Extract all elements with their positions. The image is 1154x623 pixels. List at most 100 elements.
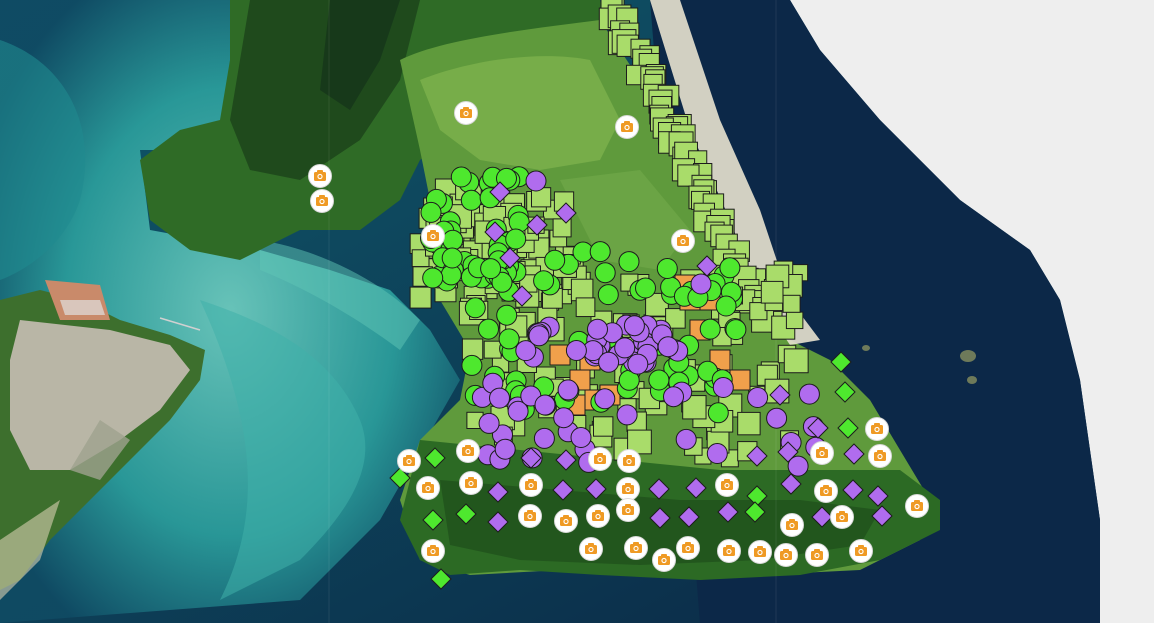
satellite-map[interactable]: [0, 0, 1154, 623]
parcels-marker[interactable]: [785, 311, 804, 330]
purple-circle-sites-marker[interactable]: [478, 412, 500, 434]
purple-circle-sites-marker[interactable]: [614, 337, 636, 359]
purple-circle-sites-marker[interactable]: [663, 386, 684, 408]
green-circle-sites-marker[interactable]: [508, 211, 530, 233]
green-circle-sites-marker[interactable]: [635, 277, 656, 299]
green-circle-sites-marker[interactable]: [441, 247, 463, 269]
parcels-marker[interactable]: [760, 280, 784, 304]
purple-circle-sites-marker[interactable]: [616, 404, 638, 426]
camera-icon[interactable]: [310, 189, 334, 213]
green-circle-sites-marker[interactable]: [707, 402, 729, 424]
purple-circle-sites-marker[interactable]: [675, 428, 697, 450]
green-circle-sites-marker[interactable]: [450, 166, 472, 188]
camera-icon[interactable]: [421, 539, 445, 563]
parcels-marker[interactable]: [593, 416, 614, 437]
purple-circle-sites-marker[interactable]: [489, 387, 510, 409]
green-circle-sites-marker[interactable]: [505, 228, 527, 250]
parcels-marker[interactable]: [749, 302, 768, 321]
green-circle-sites-marker[interactable]: [464, 297, 486, 319]
green-circle-sites-marker[interactable]: [618, 251, 640, 273]
camera-icon[interactable]: [830, 505, 854, 529]
green-circle-sites-marker[interactable]: [597, 284, 619, 306]
green-circle-sites-marker[interactable]: [699, 318, 721, 340]
camera-icon[interactable]: [715, 473, 739, 497]
map-view[interactable]: [0, 0, 1154, 623]
green-circle-sites-marker[interactable]: [594, 262, 616, 284]
purple-circle-sites-marker[interactable]: [627, 353, 649, 375]
camera-icon[interactable]: [416, 476, 440, 500]
purple-circle-sites-marker[interactable]: [525, 170, 547, 192]
purple-circle-sites-marker[interactable]: [557, 379, 579, 401]
camera-icon[interactable]: [308, 164, 332, 188]
green-circle-sites-marker[interactable]: [544, 249, 566, 271]
green-circle-sites-marker[interactable]: [461, 354, 483, 376]
green-circle-sites-marker[interactable]: [496, 304, 518, 326]
camera-icon[interactable]: [774, 543, 798, 567]
parcels-marker[interactable]: [575, 297, 596, 318]
camera-icon[interactable]: [624, 536, 648, 560]
purple-circle-sites-marker[interactable]: [712, 377, 734, 398]
camera-icon[interactable]: [717, 539, 741, 563]
green-circle-sites-marker[interactable]: [420, 201, 442, 223]
green-circle-sites-marker[interactable]: [715, 295, 737, 317]
purple-circle-sites-marker[interactable]: [690, 273, 712, 295]
parcels-marker[interactable]: [552, 218, 572, 238]
camera-icon[interactable]: [865, 417, 889, 441]
camera-icon[interactable]: [456, 439, 480, 463]
camera-icon[interactable]: [905, 494, 929, 518]
camera-icon[interactable]: [588, 447, 612, 471]
green-circle-sites-marker[interactable]: [422, 267, 444, 289]
camera-icon[interactable]: [579, 537, 603, 561]
parcels-marker[interactable]: [782, 294, 801, 313]
purple-circle-sites-marker[interactable]: [657, 336, 679, 358]
parcels-marker[interactable]: [737, 411, 761, 436]
camera-icon[interactable]: [615, 115, 639, 139]
camera-icon[interactable]: [616, 477, 640, 501]
camera-icon[interactable]: [868, 444, 892, 468]
green-circle-sites-marker[interactable]: [725, 319, 747, 341]
camera-icon[interactable]: [518, 504, 542, 528]
camera-icon[interactable]: [671, 229, 695, 253]
green-circle-sites-marker[interactable]: [533, 270, 555, 292]
purple-circle-sites-marker[interactable]: [798, 383, 820, 405]
purple-circle-sites-marker[interactable]: [533, 427, 555, 449]
green-circle-sites-marker[interactable]: [498, 328, 520, 350]
parcels-marker[interactable]: [783, 348, 809, 374]
camera-icon[interactable]: [814, 479, 838, 503]
purple-circle-sites-marker[interactable]: [528, 325, 550, 347]
purple-circle-sites-marker[interactable]: [587, 318, 608, 340]
green-circle-sites-marker[interactable]: [648, 369, 670, 391]
green-circle-sites-marker[interactable]: [460, 189, 482, 211]
green-circle-sites-marker[interactable]: [478, 318, 499, 340]
purple-circle-sites-marker[interactable]: [570, 427, 592, 448]
camera-icon[interactable]: [805, 543, 829, 567]
green-circle-sites-marker[interactable]: [442, 229, 464, 251]
parcels-marker[interactable]: [483, 340, 502, 359]
camera-icon[interactable]: [780, 513, 804, 537]
camera-icon[interactable]: [554, 509, 578, 533]
camera-icon[interactable]: [454, 101, 478, 125]
camera-icon[interactable]: [810, 441, 834, 465]
camera-icon[interactable]: [676, 536, 700, 560]
camera-icon[interactable]: [617, 449, 641, 473]
purple-circle-sites-marker[interactable]: [766, 407, 788, 429]
purple-circle-sites-marker[interactable]: [706, 443, 728, 464]
purple-circle-sites-marker[interactable]: [553, 407, 575, 429]
purple-circle-sites-marker[interactable]: [565, 340, 587, 361]
purple-circle-sites-marker[interactable]: [494, 438, 516, 460]
camera-icon[interactable]: [748, 540, 772, 564]
purple-circle-sites-marker[interactable]: [594, 388, 616, 410]
camera-icon[interactable]: [586, 504, 610, 528]
purple-circle-sites-marker[interactable]: [534, 394, 556, 416]
camera-icon[interactable]: [397, 449, 421, 473]
camera-icon[interactable]: [616, 498, 640, 522]
green-circle-sites-marker[interactable]: [719, 257, 741, 279]
green-circle-sites-marker[interactable]: [589, 241, 611, 263]
purple-circle-sites-marker[interactable]: [598, 351, 620, 373]
camera-icon[interactable]: [421, 224, 445, 248]
green-circle-sites-marker[interactable]: [480, 258, 502, 280]
camera-icon[interactable]: [519, 473, 543, 497]
camera-icon[interactable]: [459, 471, 483, 495]
camera-icon[interactable]: [849, 539, 873, 563]
parcels-marker[interactable]: [409, 286, 432, 309]
